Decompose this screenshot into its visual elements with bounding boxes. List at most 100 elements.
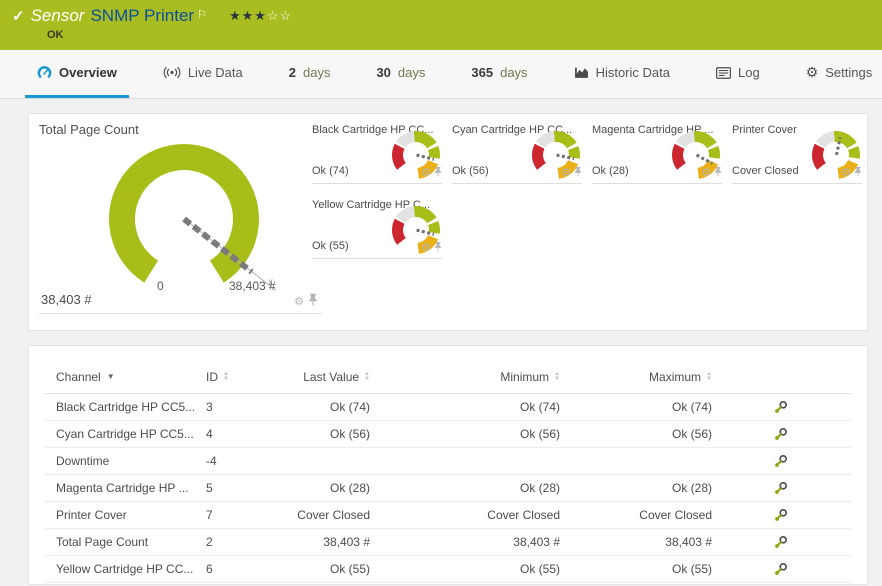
gear-icon[interactable]: ⚙ bbox=[294, 297, 304, 308]
gear-icon[interactable]: ⚙ bbox=[561, 168, 571, 179]
stars-filled[interactable]: ★★★ bbox=[229, 8, 267, 23]
pin-icon[interactable] bbox=[308, 293, 318, 311]
channel-id: -4 bbox=[206, 454, 294, 468]
flag-icon[interactable]: ⚐ bbox=[197, 8, 207, 21]
channels-panel: Channel▼ ID▲▼ Last Value▲▼ Minimum▲▼ Max… bbox=[28, 345, 868, 585]
channel-maximum: 38,403 # bbox=[560, 535, 712, 549]
table-row: Cyan Cartridge HP CC5... 4 Ok (56) Ok (5… bbox=[45, 421, 851, 448]
channel-settings-icon[interactable] bbox=[774, 562, 788, 576]
channel-id: 3 bbox=[206, 400, 294, 414]
gear-icon[interactable]: ⚙ bbox=[421, 168, 431, 179]
sort-icon: ▲▼ bbox=[706, 372, 712, 382]
channel-maximum: Ok (28) bbox=[560, 481, 712, 495]
pin-icon[interactable] bbox=[714, 164, 722, 182]
pin-icon[interactable] bbox=[574, 164, 582, 182]
sort-desc-icon: ▼ bbox=[107, 372, 115, 381]
channel-settings-icon[interactable] bbox=[774, 454, 788, 468]
channel-maximum: Ok (74) bbox=[560, 400, 712, 414]
column-header-channel[interactable]: Channel▼ bbox=[56, 370, 206, 384]
gear-icon[interactable]: ⚙ bbox=[701, 168, 711, 179]
channel-last-value: Ok (55) bbox=[294, 562, 370, 576]
priority-star-rating[interactable]: ★★★☆☆ bbox=[229, 8, 292, 24]
table-row: Downtime -4 bbox=[45, 448, 851, 475]
table-row: Magenta Cartridge HP ... 5 Ok (28) Ok (2… bbox=[45, 475, 851, 502]
total-page-count-gauge: x bbox=[109, 144, 259, 294]
gauge-value: Ok (28) bbox=[592, 165, 629, 177]
channel-gauge-card: Yellow Cartridge HP C... Ok (55) ⚙ bbox=[312, 197, 442, 259]
tab-30-days[interactable]: 30days bbox=[364, 50, 437, 98]
tab-live-data[interactable]: Live Data bbox=[151, 50, 255, 98]
log-list-icon bbox=[716, 67, 731, 79]
pin-icon[interactable] bbox=[854, 164, 862, 182]
status-check-icon: ✓ bbox=[12, 7, 25, 25]
gauge-icon bbox=[37, 65, 52, 80]
gauges-panel: Total Page Count x 0 38,403 # 38,403 # ⚙… bbox=[28, 113, 868, 331]
channel-settings-icon[interactable] bbox=[774, 400, 788, 414]
column-header-maximum[interactable]: Maximum▲▼ bbox=[560, 370, 712, 384]
gauge-scale-min: 0 bbox=[157, 279, 164, 293]
table-row: Printer Cover 7 Cover Closed Cover Close… bbox=[45, 502, 851, 529]
sort-icon: ▲▼ bbox=[223, 372, 229, 382]
gear-icon[interactable]: ⚙ bbox=[841, 168, 851, 179]
channel-last-value: Ok (28) bbox=[294, 481, 370, 495]
channel-name-link[interactable]: Cyan Cartridge HP CC5... bbox=[56, 427, 206, 441]
channel-maximum: Ok (55) bbox=[560, 562, 712, 576]
channel-gauge-card: Magenta Cartridge HP ... Ok (28) ⚙ bbox=[592, 122, 722, 184]
sensor-status-badge: OK bbox=[47, 29, 882, 41]
gauge-value: Ok (74) bbox=[312, 165, 349, 177]
gauge-current-value: 38,403 # bbox=[41, 292, 92, 307]
channel-last-value: Cover Closed bbox=[294, 508, 370, 522]
channel-settings-icon[interactable] bbox=[774, 535, 788, 549]
table-body: Black Cartridge HP CC5... 3 Ok (74) Ok (… bbox=[45, 394, 851, 583]
tab-365-days[interactable]: 365days bbox=[459, 50, 539, 98]
table-row: Yellow Cartridge HP CC... 6 Ok (55) Ok (… bbox=[45, 556, 851, 583]
channel-id: 2 bbox=[206, 535, 294, 549]
pin-icon[interactable] bbox=[434, 164, 442, 182]
tab-historic-data[interactable]: Historic Data bbox=[562, 50, 682, 98]
tab-bar: Overview Live Data 2days 30days 365days … bbox=[0, 50, 882, 99]
channel-name-link[interactable]: Downtime bbox=[56, 454, 206, 468]
channel-id: 5 bbox=[206, 481, 294, 495]
tab-log[interactable]: Log bbox=[704, 50, 772, 98]
channel-name-link[interactable]: Magenta Cartridge HP ... bbox=[56, 481, 206, 495]
area-chart-icon bbox=[574, 66, 589, 79]
channel-gauge-card: Printer Cover Cover Closed ⚙ bbox=[732, 122, 862, 184]
column-header-last-value[interactable]: Last Value▲▼ bbox=[294, 370, 370, 384]
tab-settings[interactable]: ⚙ Settings bbox=[794, 50, 882, 98]
channel-id: 6 bbox=[206, 562, 294, 576]
sensor-header: ✓ Sensor SNMP Printer ⚐ ★★★☆☆ OK bbox=[0, 0, 882, 50]
gauge-value: Cover Closed bbox=[732, 165, 799, 177]
tab-overview[interactable]: Overview bbox=[25, 50, 129, 98]
table-row: Black Cartridge HP CC5... 3 Ok (74) Ok (… bbox=[45, 394, 851, 421]
channel-minimum: Cover Closed bbox=[370, 508, 560, 522]
channel-last-value: Ok (74) bbox=[294, 400, 370, 414]
primary-gauge-card: Total Page Count x 0 38,403 # 38,403 # ⚙ bbox=[39, 122, 322, 314]
channel-minimum: Ok (28) bbox=[370, 481, 560, 495]
small-gauges-grid: Black Cartridge HP CC... Ok (74) ⚙ Cyan … bbox=[312, 122, 872, 259]
column-header-id[interactable]: ID▲▼ bbox=[206, 370, 294, 384]
channel-name-link[interactable]: Total Page Count bbox=[56, 535, 206, 549]
channel-settings-icon[interactable] bbox=[774, 508, 788, 522]
channel-minimum: Ok (74) bbox=[370, 400, 560, 414]
channel-name-link[interactable]: Yellow Cartridge HP CC... bbox=[56, 562, 206, 576]
channel-last-value: 38,403 # bbox=[294, 535, 370, 549]
channel-name-link[interactable]: Black Cartridge HP CC5... bbox=[56, 400, 206, 414]
channel-gauge-card: Black Cartridge HP CC... Ok (74) ⚙ bbox=[312, 122, 442, 184]
pin-icon[interactable] bbox=[434, 239, 442, 257]
channel-last-value: Ok (56) bbox=[294, 427, 370, 441]
table-header-row: Channel▼ ID▲▼ Last Value▲▼ Minimum▲▼ Max… bbox=[45, 360, 851, 394]
channel-name-link[interactable]: Printer Cover bbox=[56, 508, 206, 522]
gear-icon: ⚙ bbox=[806, 64, 819, 81]
channel-settings-icon[interactable] bbox=[774, 427, 788, 441]
stars-empty[interactable]: ☆☆ bbox=[267, 8, 292, 23]
gauge-title: Total Page Count bbox=[39, 122, 322, 137]
channel-minimum: Ok (55) bbox=[370, 562, 560, 576]
gauge-value: Ok (55) bbox=[312, 240, 349, 252]
table-row: Total Page Count 2 38,403 # 38,403 # 38,… bbox=[45, 529, 851, 556]
gear-icon[interactable]: ⚙ bbox=[421, 243, 431, 254]
column-header-minimum[interactable]: Minimum▲▼ bbox=[370, 370, 560, 384]
channel-gauge-card: Cyan Cartridge HP CC... Ok (56) ⚙ bbox=[452, 122, 582, 184]
tab-2-days[interactable]: 2days bbox=[277, 50, 343, 98]
channel-id: 7 bbox=[206, 508, 294, 522]
channel-settings-icon[interactable] bbox=[774, 481, 788, 495]
